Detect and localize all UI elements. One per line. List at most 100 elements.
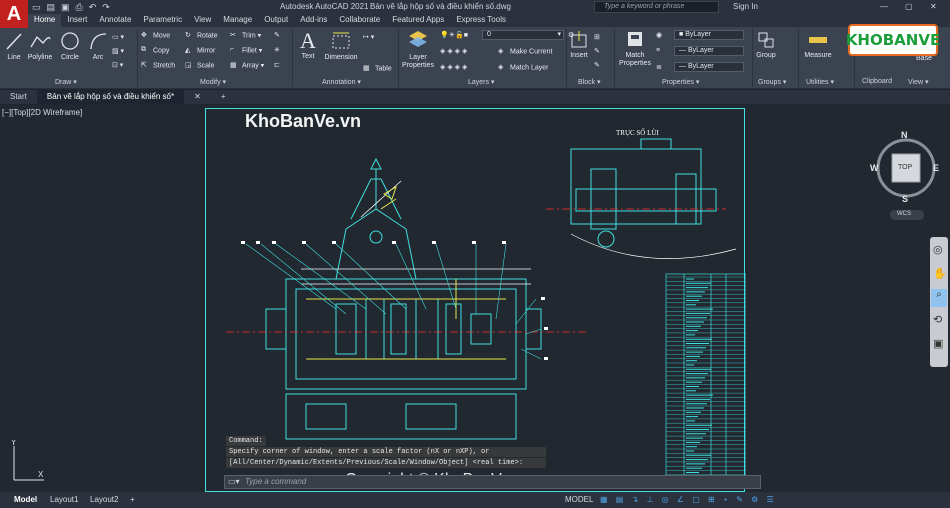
annotation-panel-label[interactable]: Annotation ▾	[322, 78, 361, 86]
linetype-icon[interactable]: ≡	[656, 47, 660, 54]
viewcube-face[interactable]: TOP	[898, 164, 912, 171]
compass-east[interactable]: E	[933, 163, 939, 173]
hatch-icon[interactable]: ▨ ▾	[112, 47, 124, 55]
compass-south[interactable]: S	[902, 194, 908, 204]
autocad-logo[interactable]: A	[0, 0, 28, 28]
linetype-dropdown[interactable]: — ByLayer	[674, 46, 744, 56]
copy-button[interactable]: ⧉ Copy	[141, 46, 169, 55]
insert-button[interactable]: Insert	[568, 31, 590, 60]
rectangle-icon[interactable]: ▭ ▾	[112, 33, 124, 41]
layer-tools-icons[interactable]: ◈ ◈ ◈ ◈	[440, 47, 467, 55]
draw-more-icon[interactable]: ⊡ ▾	[112, 61, 123, 69]
drawing-viewport[interactable]: [−][Top][2D Wireframe] TRỤC SỐ LÙI KhoBa…	[0, 105, 950, 492]
print-icon[interactable]: ⎙	[76, 2, 83, 13]
block-attr-icon[interactable]: ✎	[594, 61, 600, 69]
draw-panel-label[interactable]: Draw ▾	[55, 78, 77, 86]
tab-annotate[interactable]: Annotate	[93, 14, 137, 27]
properties-panel-label[interactable]: Properties ▾	[662, 78, 699, 86]
explode-icon[interactable]: ✳	[274, 46, 280, 54]
compass-north[interactable]: N	[901, 130, 908, 140]
match-layer-button[interactable]: ◈ Match Layer	[498, 63, 549, 72]
sign-in-button[interactable]: Sign In	[733, 2, 758, 11]
dimension-button[interactable]: Dimension	[322, 31, 360, 62]
create-block-icon[interactable]: ⊞	[594, 33, 600, 41]
command-input[interactable]: ▭▾ Type a command	[224, 475, 761, 489]
viewcube[interactable]: N S E W TOP WCS	[868, 130, 946, 224]
text-button[interactable]: A Text	[296, 29, 320, 61]
utilities-panel-label[interactable]: Utilities ▾	[806, 78, 834, 86]
color-dropdown[interactable]: ■ ByLayer	[674, 30, 744, 40]
tab-insert[interactable]: Insert	[61, 14, 93, 27]
tab-view[interactable]: View	[188, 14, 217, 27]
undo-icon[interactable]: ↶	[89, 2, 97, 13]
tab-express-tools[interactable]: Express Tools	[450, 14, 512, 27]
viewport-controls[interactable]: [−][Top][2D Wireframe]	[2, 108, 82, 117]
tab-manage[interactable]: Manage	[217, 14, 258, 27]
stretch-button[interactable]: ⇱ Stretch	[141, 61, 175, 70]
maximize-icon[interactable]: ▢	[905, 2, 913, 11]
layers-panel-label[interactable]: Layers ▾	[468, 78, 494, 86]
layer-dropdown[interactable]: 0 ▾	[482, 30, 564, 40]
measure-button[interactable]: Measure	[802, 31, 834, 60]
edit-block-icon[interactable]: ✎	[594, 47, 600, 55]
search-input[interactable]: Type a keyword or phrase	[594, 1, 719, 13]
lineweight-dropdown[interactable]: — ByLayer	[674, 62, 744, 72]
color-wheel-icon[interactable]: ◉	[656, 31, 662, 39]
offset-icon[interactable]: ⊏	[274, 61, 280, 69]
open-icon[interactable]: ▤	[47, 2, 56, 13]
tab-model[interactable]: Model	[14, 495, 37, 504]
close-tab-icon[interactable]: ✕	[184, 90, 211, 104]
showmotion-icon[interactable]: ▣	[933, 337, 943, 350]
trim-button[interactable]: ✂ Trim ▾	[230, 31, 261, 40]
status-toggle-icons[interactable]: ▦ ▤ ↴ ⊥ ◎ ∠ ▢ ⊞ ⋆ ✎ ⚙ ☰	[600, 495, 777, 504]
tab-output[interactable]: Output	[258, 14, 294, 27]
save-icon[interactable]: ▣	[61, 2, 70, 13]
tab-layout2[interactable]: Layout2	[90, 495, 118, 504]
circle-button[interactable]: Circle	[58, 31, 82, 62]
layer-properties-button[interactable]: Layer Properties	[400, 29, 436, 70]
tab-collaborate[interactable]: Collaborate	[333, 14, 386, 27]
tab-home[interactable]: Home	[28, 14, 62, 27]
fillet-button[interactable]: ⌐ Fillet ▾	[230, 46, 262, 55]
rotate-button[interactable]: ↻ Rotate	[185, 31, 218, 40]
groups-panel-label[interactable]: Groups ▾	[758, 78, 786, 86]
tab-featured-apps[interactable]: Featured Apps	[386, 14, 450, 27]
add-layout-button[interactable]: +	[130, 495, 135, 504]
tab-start[interactable]: Start	[0, 90, 37, 104]
tab-parametric[interactable]: Parametric	[137, 14, 188, 27]
tab-add-ins[interactable]: Add-ins	[294, 14, 333, 27]
block-panel-label[interactable]: Block ▾	[578, 78, 601, 86]
close-icon[interactable]: ✕	[930, 2, 937, 11]
new-tab-button[interactable]: +	[211, 90, 236, 104]
lineweight-icon[interactable]: ≣	[656, 63, 662, 71]
layer-state-icons[interactable]: 💡☀🔓■	[440, 31, 468, 39]
steering-wheel-icon[interactable]: ◎	[933, 243, 943, 256]
tab-layout1[interactable]: Layout1	[50, 495, 78, 504]
minimize-icon[interactable]: —	[880, 2, 888, 11]
mirror-button[interactable]: ◭ Mirror	[185, 46, 215, 55]
polyline-button[interactable]: Polyline	[26, 31, 54, 62]
zoom-icon[interactable]: ⌕	[931, 289, 947, 307]
make-current-button[interactable]: ◈ Make Current	[498, 47, 552, 56]
group-button[interactable]: Group	[754, 31, 778, 60]
model-space-toggle[interactable]: MODEL	[565, 495, 593, 504]
compass-west[interactable]: W	[870, 163, 879, 173]
modify-panel-label[interactable]: Modify ▾	[200, 78, 226, 86]
leader-icon[interactable]: ↦ ▾	[363, 33, 374, 41]
base-button[interactable]: Base	[910, 55, 938, 63]
pan-icon[interactable]: ✋	[933, 267, 947, 280]
layer-tools-icons-2[interactable]: ◈ ◈ ◈ ◈	[440, 63, 467, 71]
wcs-menu[interactable]: WCS	[897, 211, 911, 217]
line-button[interactable]: Line	[4, 31, 24, 62]
scale-button[interactable]: ◲ Scale	[185, 61, 215, 70]
arc-button[interactable]: Arc	[86, 31, 110, 62]
orbit-icon[interactable]: ⟲	[933, 313, 942, 326]
clipboard-panel-label[interactable]: Clipboard	[862, 78, 892, 85]
erase-icon[interactable]: ✎	[274, 31, 280, 39]
array-button[interactable]: ▦ Array ▾	[230, 61, 264, 70]
view-panel-label[interactable]: View ▾	[908, 78, 929, 86]
table-button[interactable]: ▦ Table	[363, 64, 392, 73]
new-icon[interactable]: ▭	[32, 2, 41, 13]
match-properties-button[interactable]: Match Properties	[616, 29, 654, 68]
redo-icon[interactable]: ↷	[102, 2, 110, 13]
